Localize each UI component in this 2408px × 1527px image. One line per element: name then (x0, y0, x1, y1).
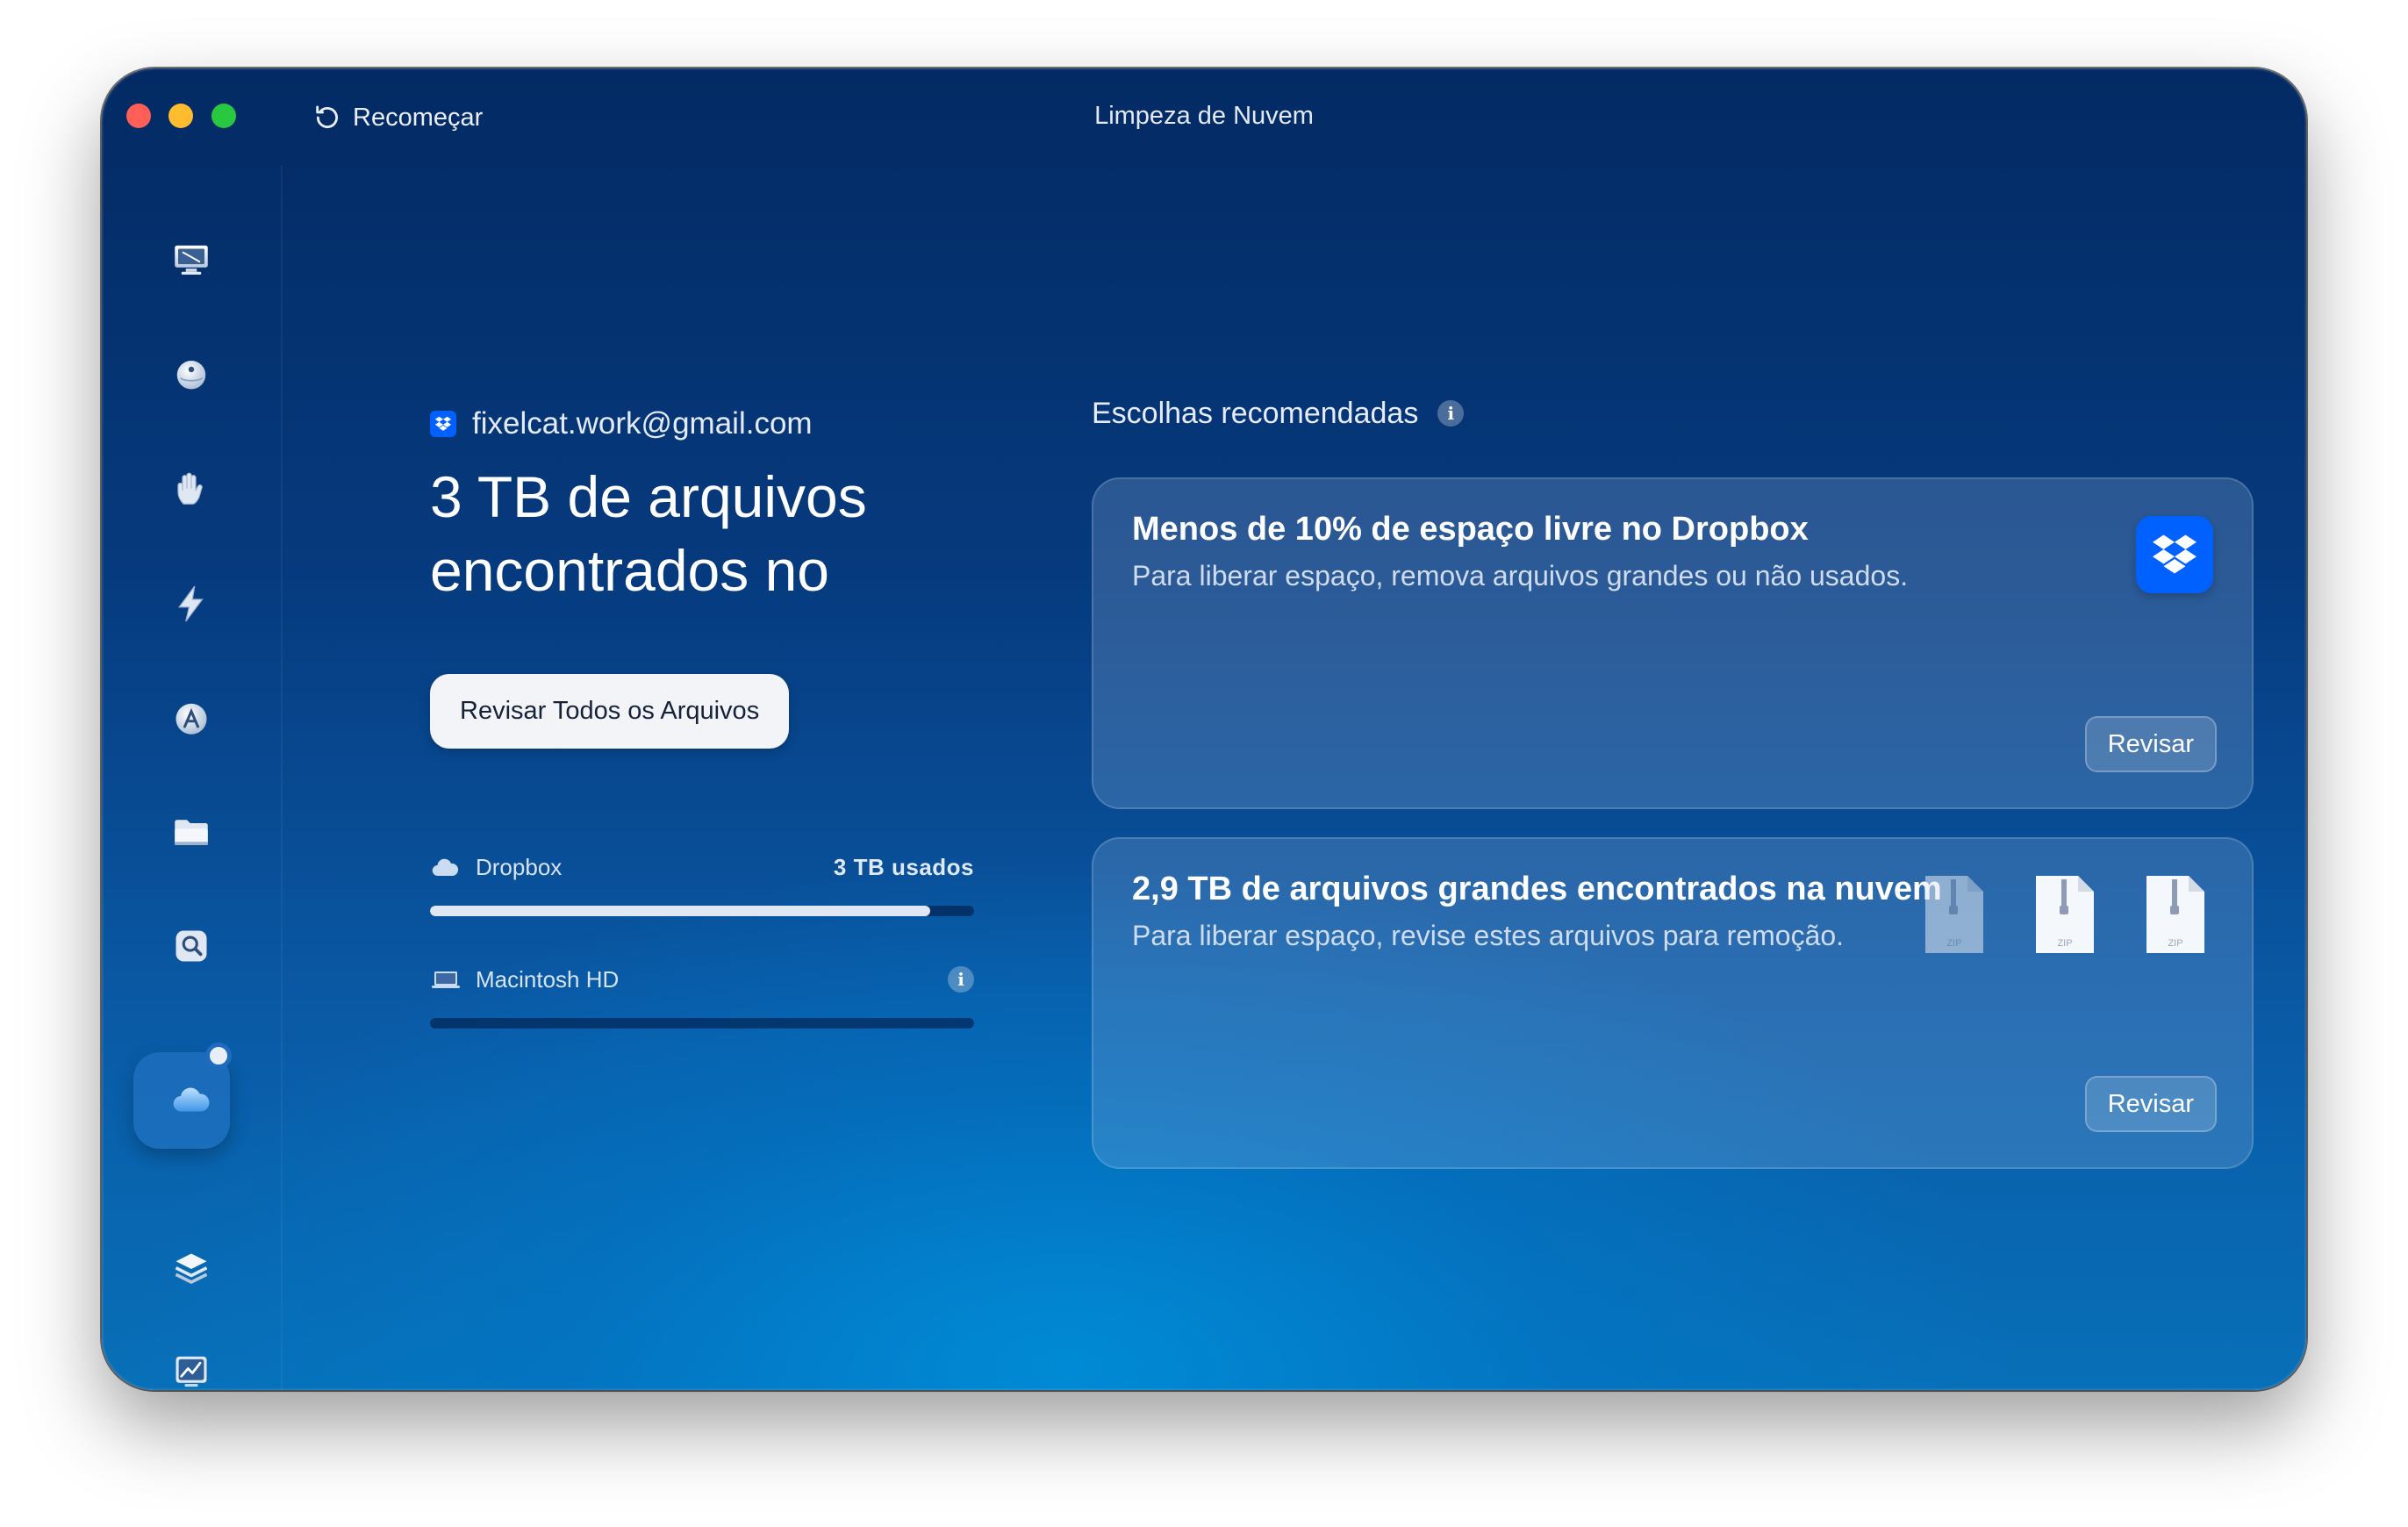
sidebar-item-cleanup[interactable] (163, 346, 219, 402)
recommendation-card-large-files: 2,9 TB de arquivos grandes encontrados n… (1092, 837, 2254, 1169)
zip-file-icon: ZIP (2036, 876, 2094, 953)
storage-name: Macintosh HD (476, 965, 620, 993)
dropbox-icon (2136, 516, 2213, 593)
zip-file-icon: ZIP (1925, 876, 1983, 953)
sidebar-item-menu[interactable] (163, 1343, 219, 1390)
zip-file-icon: ZIP (2146, 876, 2204, 953)
sidebar-item-shredder[interactable] (163, 1241, 219, 1297)
sidebar-item-space-lens[interactable] (163, 918, 219, 974)
recommendations-title: Escolhas recomendadas (1092, 396, 1419, 430)
review-button[interactable]: Revisar (2084, 716, 2217, 772)
sidebar-item-protection[interactable] (163, 462, 219, 518)
sidebar-item-cloud-cleanup[interactable] (163, 1072, 219, 1129)
svg-text:ZIP: ZIP (1946, 938, 1961, 949)
sidebar-item-applications[interactable] (163, 690, 219, 746)
monitor-icon (175, 245, 208, 275)
app-window: Recomeçar Limpeza de Nuvem fixelcat.work… (102, 68, 2306, 1390)
sidebar (102, 165, 283, 1390)
lens-icon (176, 930, 207, 962)
hand-icon (177, 472, 203, 505)
review-button[interactable]: Revisar (2084, 1076, 2217, 1132)
cloud-small-icon (432, 858, 459, 877)
chart-icon (176, 1356, 207, 1387)
window-title: Limpeza de Nuvem (1094, 102, 1314, 130)
svg-text:ZIP: ZIP (2057, 938, 2072, 949)
storage-macintosh-hd: Macintosh HD i (430, 962, 974, 1029)
card-description: Para liberar espaço, remova arquivos gra… (1132, 560, 1909, 591)
storage-name: Dropbox (476, 853, 563, 880)
sidebar-item-my-clutter[interactable] (163, 804, 219, 860)
dropbox-small-icon (430, 411, 456, 437)
info-icon[interactable]: i (948, 966, 974, 993)
account-email: fixelcat.work@gmail.com (472, 406, 813, 441)
page-headline: 3 TB de arquivos encontrados no (430, 464, 867, 603)
recommendation-card-dropbox-space: Menos de 10% de espaço livre no Dropbox … (1092, 477, 2254, 809)
info-icon[interactable]: i (1437, 400, 1465, 427)
cloud-icon (173, 1087, 210, 1112)
storage-used: 3 TB usados (833, 853, 974, 880)
svg-text:ZIP: ZIP (2168, 938, 2182, 949)
account-row: fixelcat.work@gmail.com (430, 402, 992, 446)
bolt-icon (178, 585, 204, 622)
recommendations-header: Escolhas recomendadas i (1092, 391, 1465, 435)
review-all-files-button[interactable]: Revisar Todos os Arquivos (430, 674, 790, 749)
storage-dropbox: Dropbox 3 TB usados (430, 850, 974, 916)
sidebar-active-indicator (205, 1043, 232, 1069)
folder-icon (175, 820, 208, 845)
layers-icon (175, 1253, 208, 1284)
card-title: 2,9 TB de arquivos grandes encontrados n… (1132, 871, 1942, 907)
account-panel: fixelcat.work@gmail.com 3 TB de arquivos… (430, 402, 992, 749)
ball-icon (176, 361, 206, 390)
storage-bar (430, 1018, 974, 1029)
storage-bar (430, 906, 974, 916)
apps-icon (176, 703, 207, 735)
sidebar-item-smart-scan[interactable] (163, 232, 219, 288)
laptop-icon (432, 971, 460, 988)
sidebar-item-performance[interactable] (163, 576, 219, 632)
card-title: Menos de 10% de espaço livre no Dropbox (1132, 511, 1809, 548)
card-description: Para liberar espaço, revise estes arquiv… (1132, 920, 1845, 951)
storage-bar-fill (430, 906, 931, 916)
